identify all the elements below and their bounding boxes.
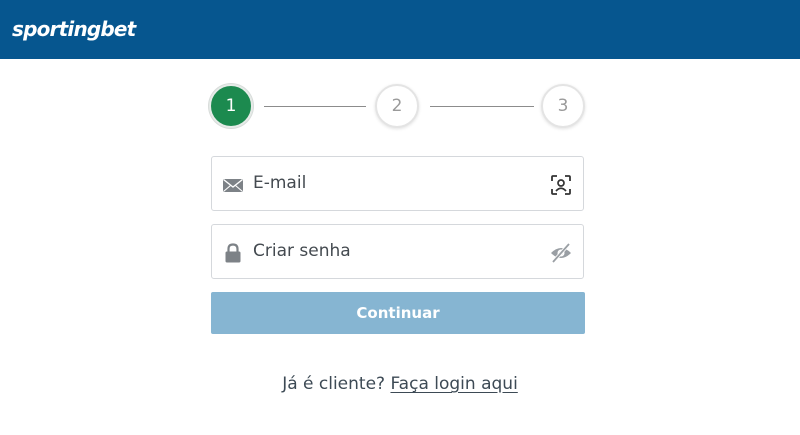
password-field[interactable]: Criar senha: [211, 224, 584, 279]
step-1: 1: [209, 84, 253, 128]
eye-off-icon[interactable]: [549, 241, 573, 265]
step-connector-2: [430, 106, 534, 107]
logo-text-sporting: sporting: [12, 17, 101, 41]
email-placeholder: E-mail: [253, 173, 307, 193]
top-header: sporting bet: [0, 0, 800, 59]
registration-stepper: 1 2 3: [209, 84, 589, 132]
login-prompt-text: Já é cliente?: [282, 374, 386, 394]
step-2: 2: [375, 84, 419, 128]
sportingbet-logo[interactable]: sporting bet: [12, 14, 136, 44]
login-prompt: Já é cliente? Faça login aqui: [0, 374, 800, 394]
step-3: 3: [541, 84, 585, 128]
login-link[interactable]: Faça login aqui: [390, 374, 517, 394]
continue-button[interactable]: Continuar: [211, 292, 585, 334]
mail-icon: [223, 178, 243, 192]
face-scan-icon[interactable]: [549, 173, 573, 197]
email-field[interactable]: E-mail: [211, 156, 584, 211]
lock-icon: [225, 243, 241, 263]
password-placeholder: Criar senha: [253, 241, 351, 261]
step-connector-1: [264, 106, 366, 107]
logo-text-bet: bet: [100, 17, 136, 41]
